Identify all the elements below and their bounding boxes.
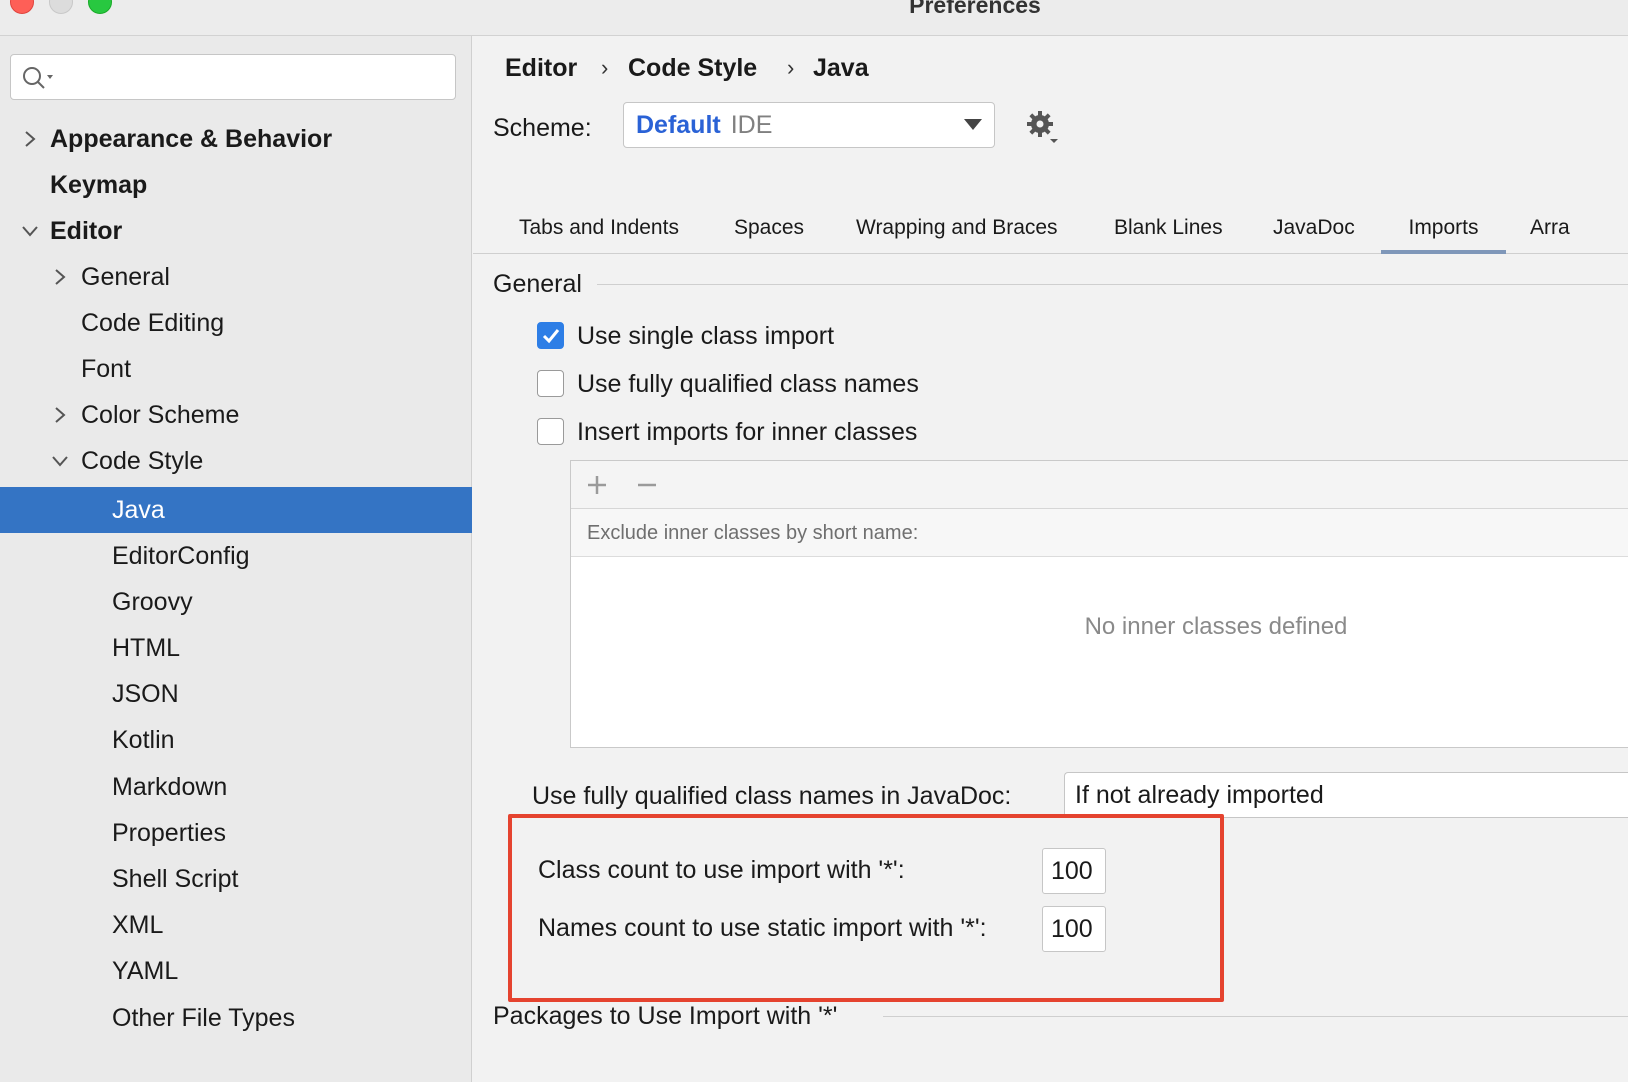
names-count-label: Names count to use static import with '*… — [538, 914, 987, 942]
sidebar-item-label: EditorConfig — [112, 542, 250, 570]
gear-icon[interactable] — [1026, 110, 1060, 144]
javadoc-fq-label: Use fully qualified class names in JavaD… — [532, 782, 1012, 810]
sidebar-item-label: Java — [112, 496, 165, 524]
plus-icon[interactable] — [585, 473, 609, 497]
chevron-right-icon[interactable] — [50, 405, 70, 425]
packages-section-title: Packages to Use Import with '*' — [493, 1002, 838, 1030]
tab-blank-lines[interactable]: Blank Lines — [1114, 206, 1223, 254]
sidebar-item-other-file-types[interactable]: Other File Types — [0, 995, 472, 1041]
sidebar-item-xml[interactable]: XML — [0, 902, 472, 948]
chevron-right-icon[interactable] — [20, 129, 40, 149]
checkbox-label: Insert imports for inner classes — [577, 418, 918, 446]
sidebar-item-label: Appearance & Behavior — [50, 125, 333, 153]
checkmark-icon — [542, 329, 560, 344]
class-count-label: Class count to use import with '*': — [538, 856, 905, 884]
chevron-right-icon[interactable] — [50, 267, 70, 287]
sidebar-item-label: XML — [112, 911, 164, 939]
scheme-label: Scheme: — [493, 114, 592, 142]
sidebar-item-label: JSON — [112, 680, 179, 708]
class-count-input[interactable]: 100 — [1042, 848, 1106, 894]
chevron-down-icon[interactable] — [20, 221, 40, 241]
sidebar-item-label: Markdown — [112, 773, 228, 801]
sidebar-item-label: Keymap — [50, 171, 148, 199]
checkbox-label: Use fully qualified class names — [577, 370, 919, 398]
section-divider — [597, 284, 1628, 285]
tab-imports[interactable]: Imports — [1381, 206, 1506, 254]
sidebar-item-label: Other File Types — [112, 1004, 295, 1032]
scheme-kind: IDE — [730, 111, 773, 139]
names-count-input[interactable]: 100 — [1042, 906, 1106, 952]
breadcrumb-separator: › — [787, 55, 795, 80]
settings-sidebar: Appearance & Behavior Keymap Editor Gene… — [0, 36, 472, 1082]
sidebar-item-label: Kotlin — [112, 726, 175, 754]
inner-classes-header: Exclude inner classes by short name: — [571, 509, 1628, 557]
breadcrumb-java: Java — [813, 54, 869, 82]
tab-arrangement[interactable]: Arra — [1530, 206, 1570, 254]
sidebar-item-yaml[interactable]: YAML — [0, 948, 472, 994]
checkbox-label: Use single class import — [577, 322, 835, 350]
section-divider — [883, 1016, 1628, 1017]
sidebar-item-label: Shell Script — [112, 865, 239, 893]
code-style-tabs: Tabs and Indents Spaces Wrapping and Bra… — [473, 206, 1628, 254]
sidebar-item-color-scheme[interactable]: Color Scheme — [0, 392, 472, 438]
sidebar-item-json[interactable]: JSON — [0, 671, 472, 717]
settings-search-input[interactable] — [63, 61, 443, 93]
scheme-name: Default — [636, 111, 721, 139]
fully-qualified-names-checkbox[interactable] — [537, 370, 564, 397]
inner-classes-panel: Exclude inner classes by short name: No … — [570, 460, 1628, 748]
tab-tabs-and-indents[interactable]: Tabs and Indents — [519, 206, 679, 254]
sidebar-item-label: Font — [81, 355, 132, 383]
sidebar-item-kotlin[interactable]: Kotlin — [0, 717, 472, 763]
window-title: Preferences — [909, 0, 1041, 18]
sidebar-item-label: Properties — [112, 819, 226, 847]
annotation-highlight-box — [508, 814, 1224, 1002]
sidebar-item-appearance-behavior[interactable]: Appearance & Behavior — [0, 116, 472, 162]
sidebar-item-properties[interactable]: Properties — [0, 810, 472, 856]
dropdown-arrow-icon — [964, 119, 982, 130]
inner-classes-toolbar — [571, 461, 1628, 509]
tab-javadoc[interactable]: JavaDoc — [1273, 206, 1355, 254]
breadcrumb-editor[interactable]: Editor — [505, 50, 577, 86]
minus-icon[interactable] — [635, 473, 659, 497]
tab-wrapping-and-braces[interactable]: Wrapping and Braces — [856, 206, 1058, 254]
sidebar-item-label: Groovy — [112, 588, 193, 616]
sidebar-item-label: Editor — [50, 217, 123, 245]
inner-class-imports-checkbox[interactable] — [537, 418, 564, 445]
breadcrumb-code-style[interactable]: Code Style — [628, 50, 757, 86]
breadcrumb-separator: › — [601, 55, 609, 80]
sidebar-item-markdown[interactable]: Markdown — [0, 764, 472, 810]
sidebar-item-editorconfig[interactable]: EditorConfig — [0, 533, 472, 579]
sidebar-item-font[interactable]: Font — [0, 346, 472, 392]
sidebar-item-editor[interactable]: Editor — [0, 208, 472, 254]
sidebar-item-java[interactable]: Java — [0, 487, 472, 533]
sidebar-item-groovy[interactable]: Groovy — [0, 579, 472, 625]
search-icon — [23, 67, 53, 89]
sidebar-item-label: Code Style — [81, 447, 204, 475]
sidebar-item-label: Color Scheme — [81, 401, 240, 429]
sidebar-item-label: YAML — [112, 957, 179, 985]
sidebar-item-label: Code Editing — [81, 309, 225, 337]
sidebar-item-label: General — [81, 263, 170, 291]
single-class-import-checkbox[interactable] — [537, 322, 564, 349]
sidebar-item-html[interactable]: HTML — [0, 625, 472, 671]
javadoc-fq-dropdown[interactable]: If not already imported — [1064, 772, 1628, 818]
sidebar-item-general[interactable]: General — [0, 254, 472, 300]
chevron-down-icon[interactable] — [50, 451, 70, 471]
sidebar-item-code-style[interactable]: Code Style — [0, 438, 472, 484]
sidebar-item-code-editing[interactable]: Code Editing — [0, 300, 472, 346]
general-section-title: General — [493, 270, 582, 298]
sidebar-item-label: HTML — [112, 634, 181, 662]
empty-state-text: No inner classes defined — [1084, 613, 1348, 640]
title-bar: Preferences — [0, 0, 1628, 36]
settings-main-panel: Editor › Code Style › Java Scheme: Defau… — [473, 36, 1628, 1082]
scheme-dropdown[interactable]: Default IDE — [623, 102, 995, 148]
sidebar-item-keymap[interactable]: Keymap — [0, 162, 472, 208]
sidebar-item-shell-script[interactable]: Shell Script — [0, 856, 472, 902]
settings-search-box[interactable] — [10, 54, 456, 100]
tab-spaces[interactable]: Spaces — [734, 206, 804, 254]
